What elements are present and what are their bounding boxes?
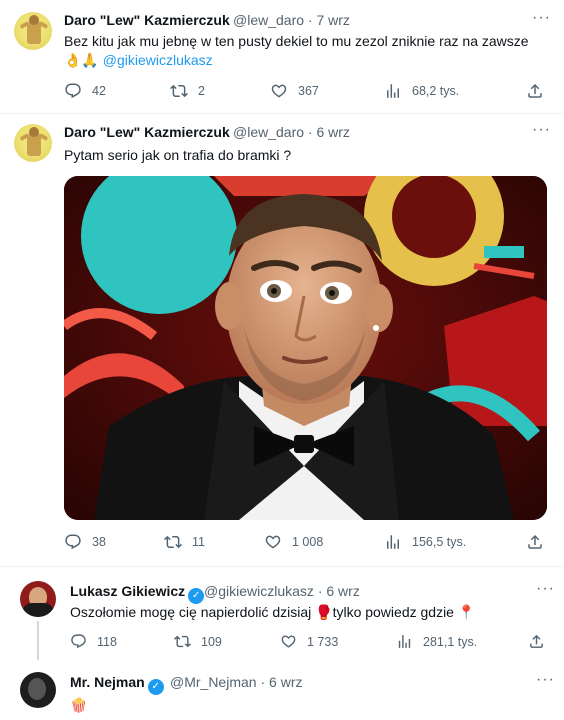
views-count: 156,5 tys. bbox=[412, 535, 467, 549]
author-name[interactable]: Mr. Nejman ✓ bbox=[70, 674, 164, 695]
tweet-3[interactable]: Lukasz Gikiewicz ✓ @gikiewiczlukasz · 6 w… bbox=[0, 567, 564, 660]
mention-link[interactable]: @gikiewiczlukasz bbox=[103, 52, 213, 68]
like-icon bbox=[264, 533, 282, 551]
share-icon bbox=[526, 533, 544, 551]
share-button[interactable] bbox=[526, 533, 554, 551]
retweet-count: 2 bbox=[198, 84, 205, 98]
tweet-1[interactable]: Daro "Lew" Kazmierczuk @lew_daro · 7 wrz… bbox=[0, 0, 564, 114]
avatar[interactable] bbox=[20, 581, 56, 617]
reply-count: 118 bbox=[97, 634, 117, 649]
tweet-actions: 118 109 1 733 281,1 tys. bbox=[70, 633, 550, 653]
more-icon[interactable]: ··· bbox=[536, 671, 555, 689]
author-name-text[interactable]: Mr. Nejman bbox=[70, 674, 145, 690]
views-icon bbox=[396, 633, 413, 650]
thread-line bbox=[37, 621, 39, 660]
tv-studio-photo bbox=[64, 176, 547, 520]
verified-badge-icon: ✓ bbox=[188, 588, 205, 604]
retweet-count: 109 bbox=[201, 634, 222, 649]
retweet-icon bbox=[170, 82, 188, 100]
avatar[interactable] bbox=[20, 672, 56, 708]
tweet-text: 🍿 bbox=[70, 697, 88, 713]
separator: · bbox=[307, 124, 313, 140]
like-count: 1 008 bbox=[292, 535, 324, 549]
share-icon bbox=[526, 82, 544, 100]
timestamp[interactable]: 7 wrz bbox=[316, 12, 349, 28]
author-name[interactable]: Daro "Lew" Kazmierczuk bbox=[64, 12, 230, 28]
more-icon[interactable]: ··· bbox=[532, 121, 551, 139]
reply-button[interactable]: 42 bbox=[64, 82, 106, 100]
reply-button[interactable]: 38 bbox=[64, 533, 106, 551]
reply-count: 38 bbox=[92, 535, 106, 549]
views-count: 281,1 tys. bbox=[423, 634, 478, 649]
share-button[interactable] bbox=[528, 633, 555, 650]
emoji: 👌🙏 bbox=[64, 52, 99, 68]
tweet-text: Pytam serio jak on trafia do bramki ? bbox=[64, 147, 292, 163]
like-count: 1 733 bbox=[307, 634, 339, 649]
author-handle[interactable]: @gikiewiczlukasz · 6 wrz bbox=[204, 583, 360, 599]
timestamp[interactable]: 6 wrz bbox=[326, 583, 359, 599]
reply-button[interactable]: 118 bbox=[70, 633, 117, 650]
verified-badge-icon: ✓ bbox=[147, 679, 164, 695]
handle[interactable]: @lew_daro bbox=[233, 12, 304, 28]
more-icon[interactable]: ··· bbox=[532, 9, 551, 27]
views-icon bbox=[384, 533, 402, 551]
views-button[interactable]: 68,2 tys. bbox=[384, 82, 459, 100]
like-button[interactable]: 367 bbox=[270, 82, 319, 100]
tweet-actions: 42 2 367 68,2 tys. bbox=[64, 82, 549, 102]
retweet-icon bbox=[164, 533, 182, 551]
author-name-text[interactable]: Lukasz Gikiewicz bbox=[70, 583, 185, 599]
tweet-actions: 38 11 1 008 156,5 tys. bbox=[64, 533, 549, 553]
handle[interactable]: @gikiewiczlukasz bbox=[204, 583, 314, 599]
author-name[interactable]: Daro "Lew" Kazmierczuk bbox=[64, 124, 230, 140]
retweet-count: 11 bbox=[192, 535, 205, 549]
handle[interactable]: @Mr_Nejman bbox=[170, 674, 257, 690]
like-button[interactable]: 1 733 bbox=[280, 633, 338, 650]
tweet-4[interactable]: Mr. Nejman ✓ @Mr_Nejman · 6 wrz ··· 🍿 bbox=[0, 660, 564, 720]
pin-emoji: 📍 bbox=[457, 604, 476, 620]
more-icon[interactable]: ··· bbox=[536, 580, 555, 598]
handle[interactable]: @lew_daro bbox=[233, 124, 304, 140]
retweet-button[interactable]: 11 bbox=[164, 533, 205, 551]
reply-icon bbox=[64, 82, 82, 100]
avatar[interactable] bbox=[14, 12, 52, 50]
separator: · bbox=[307, 12, 313, 28]
retweet-icon bbox=[174, 633, 191, 650]
reply-icon bbox=[70, 633, 87, 650]
like-icon bbox=[280, 633, 297, 650]
share-button[interactable] bbox=[526, 82, 554, 100]
share-icon bbox=[528, 633, 545, 650]
author-handle[interactable]: @Mr_Nejman · 6 wrz bbox=[170, 674, 302, 690]
tweet-media-image[interactable] bbox=[64, 176, 547, 520]
timestamp[interactable]: 6 wrz bbox=[316, 124, 349, 140]
author-handle[interactable]: @lew_daro · 7 wrz bbox=[233, 12, 350, 28]
like-count: 367 bbox=[298, 84, 319, 98]
boxing-glove-emoji: 🥊 bbox=[315, 604, 333, 620]
views-button[interactable]: 281,1 tys. bbox=[396, 633, 477, 650]
timestamp[interactable]: 6 wrz bbox=[269, 674, 302, 690]
tweet-body: Oszołomie mogę cię napierdolić dzisiaj bbox=[70, 604, 312, 620]
author-handle[interactable]: @lew_daro · 6 wrz bbox=[233, 124, 350, 140]
views-count: 68,2 tys. bbox=[412, 84, 460, 98]
like-button[interactable]: 1 008 bbox=[264, 533, 323, 551]
tweet-body-2: tylko powiedz gdzie bbox=[332, 604, 454, 620]
separator: · bbox=[260, 674, 266, 690]
author-name[interactable]: Lukasz Gikiewicz ✓ bbox=[70, 583, 205, 604]
views-button[interactable]: 156,5 tys. bbox=[384, 533, 466, 551]
tweet-text: Oszołomie mogę cię napierdolić dzisiaj 🥊… bbox=[70, 603, 550, 622]
reply-icon bbox=[64, 533, 82, 551]
retweet-button[interactable]: 109 bbox=[174, 633, 222, 650]
avatar[interactable] bbox=[14, 124, 52, 162]
tweet-text: Bez kitu jak mu jebnę w ten pusty dekiel… bbox=[64, 32, 549, 70]
reply-count: 42 bbox=[92, 84, 106, 98]
tweet-body: Bez kitu jak mu jebnę w ten pusty dekiel… bbox=[64, 33, 529, 49]
retweet-button[interactable]: 2 bbox=[170, 82, 205, 100]
views-icon bbox=[384, 82, 402, 100]
separator: · bbox=[317, 583, 323, 599]
like-icon bbox=[270, 82, 288, 100]
